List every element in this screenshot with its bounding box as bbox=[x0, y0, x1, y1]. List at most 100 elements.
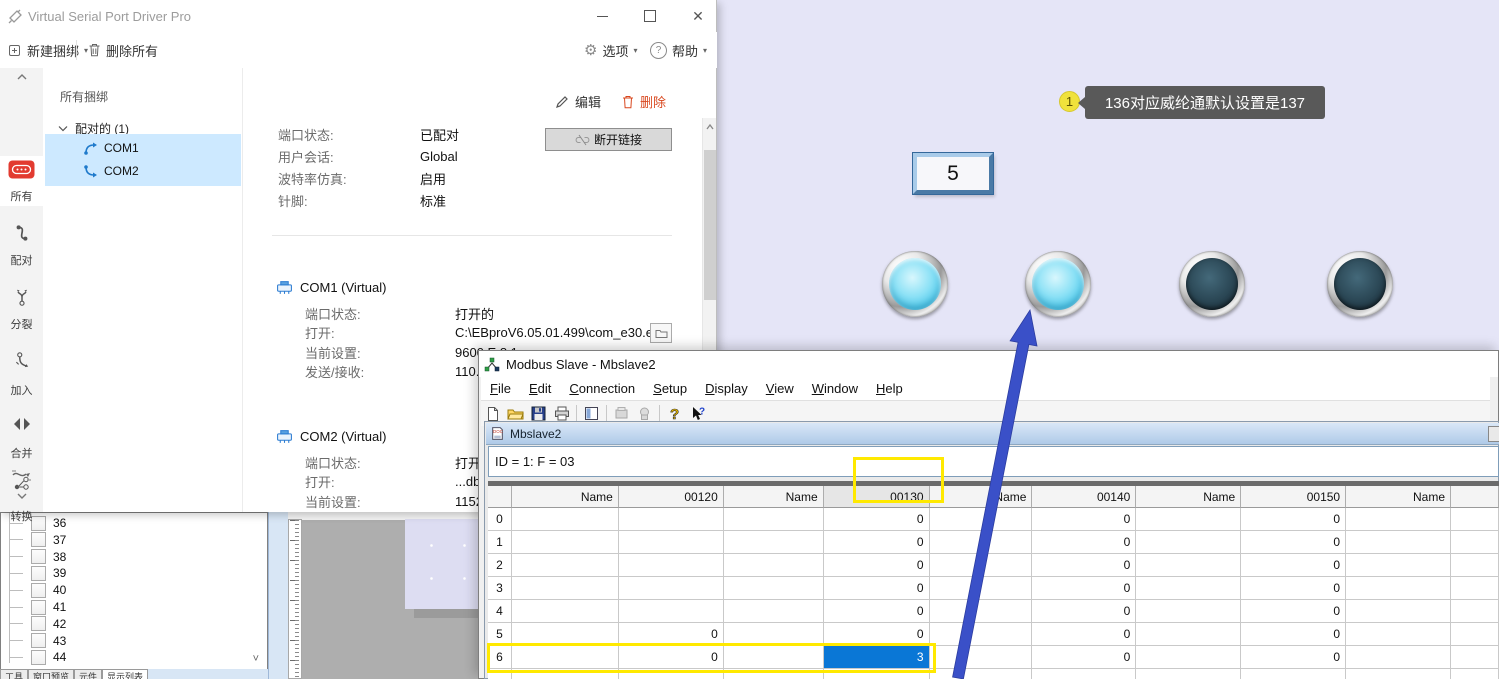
sidebar-scroll-down-icon[interactable] bbox=[0, 492, 43, 501]
grid-cell[interactable] bbox=[619, 554, 724, 577]
menu-edit[interactable]: Edit bbox=[520, 381, 560, 396]
grid-cell[interactable] bbox=[930, 669, 1033, 679]
editor-pane-splitter[interactable] bbox=[268, 512, 288, 679]
grid-cell[interactable] bbox=[724, 508, 824, 531]
grid-cell[interactable] bbox=[619, 531, 724, 554]
tree-node-44[interactable]: 44 bbox=[1, 649, 261, 665]
tree-item-com1[interactable]: COM1 bbox=[83, 136, 139, 160]
grid-cell[interactable] bbox=[1136, 669, 1241, 679]
modbus-titlebar[interactable]: Modbus Slave - Mbslave2 bbox=[479, 351, 1498, 377]
doc-window-button[interactable] bbox=[1488, 426, 1499, 442]
grid-header-corner[interactable] bbox=[488, 486, 512, 508]
grid-cell[interactable] bbox=[1451, 577, 1499, 600]
grid-cell[interactable] bbox=[512, 600, 619, 623]
grid-cell[interactable] bbox=[619, 600, 724, 623]
tree-node-43[interactable]: 43 bbox=[1, 633, 261, 649]
grid-header-00130[interactable]: 00130 bbox=[824, 486, 930, 508]
menu-window[interactable]: Window bbox=[803, 381, 867, 396]
grid-cell[interactable]: 0 bbox=[619, 646, 724, 669]
grid-cell[interactable]: 0 bbox=[824, 600, 930, 623]
grid-cell[interactable] bbox=[1136, 623, 1241, 646]
grid-cell[interactable]: 0 bbox=[824, 577, 930, 600]
menu-file[interactable]: File bbox=[481, 381, 520, 396]
grid-cell[interactable] bbox=[1346, 577, 1451, 600]
grid-header-corner[interactable] bbox=[1451, 486, 1499, 508]
sidebar-item-convert-label[interactable]: 转换 bbox=[0, 508, 43, 524]
sidebar-item-join-icon[interactable] bbox=[0, 352, 43, 370]
menu-display[interactable]: Display bbox=[696, 381, 757, 396]
bottom-tab-窗口预览[interactable]: 窗口预览 bbox=[28, 669, 74, 679]
editor-canvas[interactable] bbox=[405, 519, 478, 609]
tree-node-38[interactable]: 38 bbox=[1, 549, 261, 565]
checkbox[interactable] bbox=[31, 549, 46, 564]
menu-connection[interactable]: Connection bbox=[560, 381, 644, 396]
checkbox[interactable] bbox=[31, 616, 46, 631]
bottom-tab-显示列表[interactable]: 显示列表 bbox=[102, 669, 148, 679]
vspd-titlebar[interactable]: Virtual Serial Port Driver Pro ✕ bbox=[0, 0, 717, 32]
grid-cell[interactable] bbox=[1451, 646, 1499, 669]
grid-cell[interactable] bbox=[824, 669, 930, 679]
sidebar-item-merge-label[interactable]: 合并 bbox=[0, 445, 43, 461]
grid-cell[interactable]: 0 bbox=[1241, 508, 1346, 531]
grid-cell[interactable]: 1 bbox=[488, 531, 512, 554]
grid-cell[interactable] bbox=[724, 577, 824, 600]
grid-cell[interactable] bbox=[1451, 554, 1499, 577]
grid-header-Name[interactable]: Name bbox=[1346, 486, 1451, 508]
grid-cell[interactable]: 0 bbox=[619, 623, 724, 646]
hmi-lamp-button-4[interactable] bbox=[1327, 251, 1393, 317]
tree-scroll-down-icon[interactable]: ˅ bbox=[253, 653, 259, 665]
grid-cell[interactable]: 0 bbox=[488, 508, 512, 531]
grid-cell[interactable] bbox=[930, 646, 1033, 669]
tree-node-39[interactable]: 39 bbox=[1, 565, 261, 581]
grid-cell[interactable] bbox=[1136, 646, 1241, 669]
menu-help[interactable]: Help bbox=[867, 381, 912, 396]
grid-cell[interactable]: 0 bbox=[1032, 623, 1136, 646]
checkbox[interactable] bbox=[31, 532, 46, 547]
tree-node-40[interactable]: 40 bbox=[1, 582, 261, 598]
sidebar-item-split-label[interactable]: 分裂 bbox=[0, 316, 43, 332]
grid-cell[interactable] bbox=[1346, 646, 1451, 669]
sidebar-item-join-label[interactable]: 加入 bbox=[0, 382, 43, 398]
grid-cell[interactable]: 0 bbox=[824, 623, 930, 646]
grid-cell[interactable]: 6 bbox=[488, 646, 512, 669]
grid-cell[interactable] bbox=[512, 508, 619, 531]
grid-cell[interactable]: 5 bbox=[488, 623, 512, 646]
grid-cell[interactable]: 0 bbox=[824, 531, 930, 554]
grid-cell[interactable] bbox=[488, 669, 512, 679]
grid-cell[interactable] bbox=[619, 669, 724, 679]
grid-cell[interactable]: 0 bbox=[1241, 600, 1346, 623]
grid-header-00150[interactable]: 00150 bbox=[1241, 486, 1346, 508]
grid-cell[interactable] bbox=[1346, 554, 1451, 577]
grid-cell[interactable]: 0 bbox=[1032, 531, 1136, 554]
checkbox[interactable] bbox=[31, 583, 46, 598]
sidebar-item-all-icon[interactable] bbox=[0, 160, 43, 179]
disconnect-button[interactable]: 断开链接 bbox=[545, 128, 672, 151]
grid-cell[interactable]: 0 bbox=[1241, 554, 1346, 577]
delete-button[interactable]: 删除 bbox=[622, 92, 666, 111]
grid-cell[interactable] bbox=[724, 669, 824, 679]
grid-cell[interactable] bbox=[930, 577, 1033, 600]
grid-cell[interactable]: 0 bbox=[1032, 577, 1136, 600]
close-button[interactable]: ✕ bbox=[682, 3, 714, 29]
grid-header-00140[interactable]: 00140 bbox=[1032, 486, 1136, 508]
grid-cell[interactable] bbox=[724, 646, 824, 669]
grid-cell[interactable] bbox=[1451, 623, 1499, 646]
grid-cell[interactable] bbox=[1136, 577, 1241, 600]
grid-cell[interactable]: 0 bbox=[1032, 600, 1136, 623]
grid-cell[interactable]: 3 bbox=[488, 577, 512, 600]
browse-button[interactable] bbox=[650, 323, 672, 343]
grid-cell[interactable]: 0 bbox=[824, 508, 930, 531]
grid-cell[interactable]: 2 bbox=[488, 554, 512, 577]
grid-cell[interactable] bbox=[724, 600, 824, 623]
grid-cell[interactable]: 0 bbox=[1241, 623, 1346, 646]
grid-cell[interactable] bbox=[1136, 554, 1241, 577]
grid-cell[interactable] bbox=[724, 623, 824, 646]
grid-cell[interactable] bbox=[1032, 669, 1136, 679]
hmi-lamp-button-2[interactable] bbox=[1025, 251, 1091, 317]
grid-cell[interactable]: 0 bbox=[1241, 531, 1346, 554]
tree-node-37[interactable]: 37 bbox=[1, 532, 261, 548]
grid-cell[interactable] bbox=[1346, 531, 1451, 554]
grid-cell[interactable] bbox=[1451, 669, 1499, 679]
grid-header-Name[interactable]: Name bbox=[1136, 486, 1241, 508]
grid-selected-cell[interactable]: 3 bbox=[824, 646, 930, 669]
